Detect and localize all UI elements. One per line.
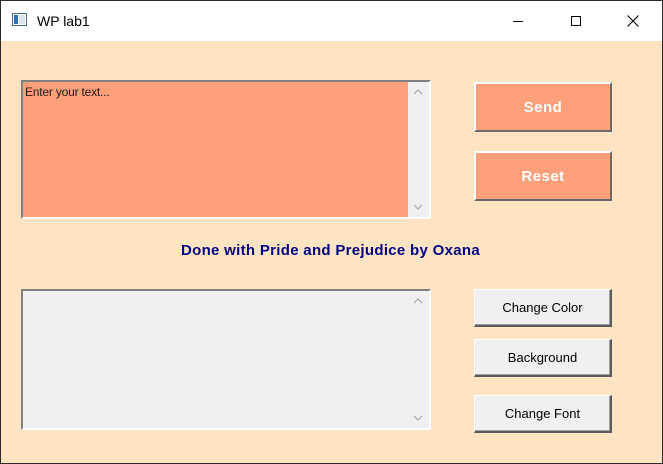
output-scrollbar[interactable] (408, 291, 429, 428)
app-window-icon[interactable] (12, 13, 27, 26)
author-label-text: Done with Pride and Prejudice by Oxana (181, 242, 480, 259)
input-textarea[interactable]: Enter your text... (21, 80, 431, 219)
change-font-button[interactable]: Change Font (474, 395, 612, 433)
chevron-up-icon[interactable] (413, 296, 423, 306)
minimize-icon (513, 20, 523, 22)
chevron-down-icon[interactable] (413, 413, 423, 423)
send-button[interactable]: Send (474, 82, 612, 132)
app-window: WP lab1 Enter your text... Send Reset Do… (0, 0, 663, 464)
close-icon (627, 15, 639, 27)
background-button[interactable]: Background (474, 339, 612, 377)
close-button[interactable] (604, 1, 662, 41)
author-label: Done with Pride and Prejudice by Oxana (1, 242, 662, 259)
input-text: Enter your text... (25, 85, 110, 99)
maximize-icon (571, 16, 581, 26)
reset-button[interactable]: Reset (474, 151, 612, 201)
minimize-button[interactable] (489, 1, 547, 41)
maximize-button[interactable] (547, 1, 605, 41)
output-textarea[interactable] (21, 289, 431, 430)
input-scrollbar[interactable] (408, 82, 429, 217)
change-color-button[interactable]: Change Color (474, 289, 612, 327)
window-title: WP lab1 (37, 13, 90, 29)
chevron-up-icon[interactable] (413, 87, 423, 97)
title-bar[interactable]: WP lab1 (1, 1, 662, 41)
chevron-down-icon[interactable] (413, 202, 423, 212)
